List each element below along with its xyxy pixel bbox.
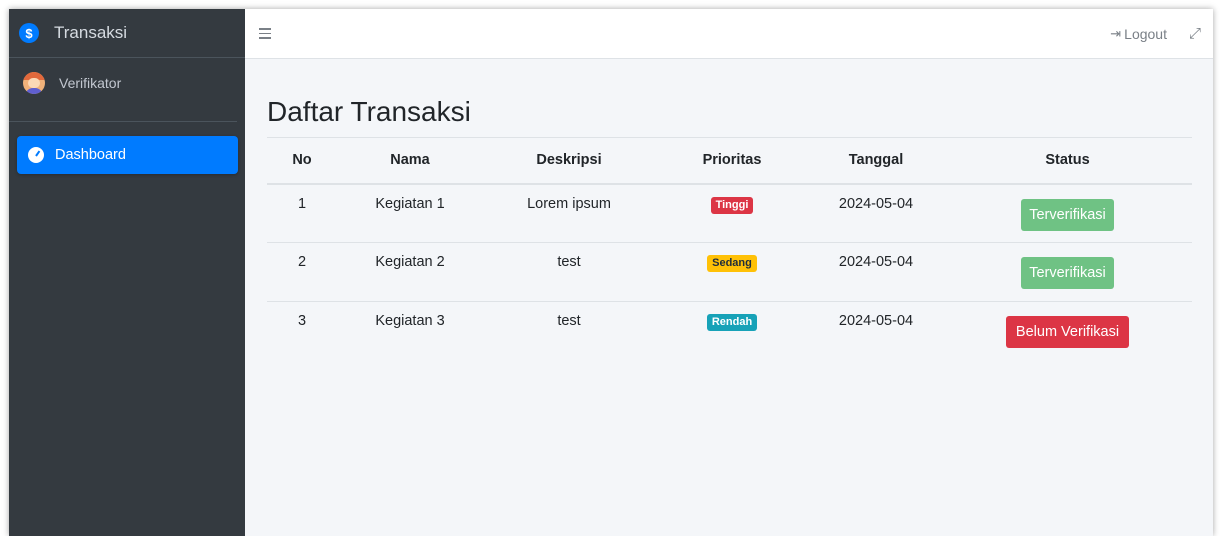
table-header-row: No Nama Deskripsi Prioritas Tanggal Stat… (267, 137, 1192, 185)
cell-deskripsi: Lorem ipsum (483, 183, 655, 243)
brand-link[interactable]: $ Transaksi (9, 9, 245, 58)
user-name: Verifikator (59, 74, 122, 91)
expand-icon[interactable]: ⤢ (1189, 25, 1201, 42)
top-navbar: ⇥ Logout ⤢ (245, 9, 1213, 59)
cell-prioritas: Rendah (655, 302, 809, 361)
header-tanggal: Tanggal (809, 137, 943, 185)
sidebar-item-label: Dashboard (55, 147, 126, 163)
content: Daftar Transaksi No Nama Deskripsi Prior… (245, 59, 1213, 361)
user-panel[interactable]: Verifikator (9, 58, 237, 122)
header-status: Status (943, 137, 1192, 185)
sign-out-icon: ⇥ (1110, 25, 1122, 41)
brand-title: Transaksi (54, 23, 128, 42)
header-deskripsi: Deskripsi (483, 137, 655, 185)
status-verified-button[interactable]: Terverifikasi (1021, 257, 1114, 289)
avatar (23, 71, 45, 94)
cell-status: Belum Verifikasi (943, 302, 1192, 361)
cell-status: Terverifikasi (943, 242, 1192, 302)
cell-no: 1 (267, 183, 337, 243)
sidebar-nav: Dashboard (9, 122, 245, 174)
status-unverified-button[interactable]: Belum Verifikasi (1005, 316, 1130, 348)
sidebar: $ Transaksi Verifikator Dashboard (9, 9, 245, 536)
header-prioritas: Prioritas (655, 137, 809, 185)
logout-label: Logout (1124, 25, 1167, 42)
cell-deskripsi: test (483, 242, 655, 302)
cell-nama: Kegiatan 2 (337, 242, 483, 302)
page-title: Daftar Transaksi (267, 96, 471, 127)
header-nama: Nama (337, 137, 483, 185)
logout-link[interactable]: ⇥ Logout (1110, 26, 1167, 42)
cell-tanggal: 2024-05-04 (838, 313, 914, 329)
cell-no: 2 (267, 242, 337, 302)
cell-prioritas: Tinggi (655, 183, 809, 243)
cell-status: Terverifikasi (943, 183, 1192, 243)
priority-badge: Rendah (706, 314, 758, 331)
cell-no: 3 (297, 313, 307, 329)
header-no: No (267, 137, 337, 185)
priority-badge: Tinggi (710, 196, 754, 214)
cell-tanggal: 2024-05-04 (809, 242, 943, 302)
hamburger-icon[interactable] (259, 28, 271, 39)
transactions-table: No Nama Deskripsi Prioritas Tanggal Stat… (267, 137, 1192, 361)
table-row: 2 Kegiatan 2 test Sedang 2024-05-04 Terv… (267, 242, 1192, 302)
navbar-right: ⇥ Logout ⤢ (1110, 25, 1201, 42)
table-row: 1 Kegiatan 1 Lorem ipsum Tinggi 2024-05-… (267, 183, 1192, 243)
cell-nama: Kegiatan 3 (375, 313, 445, 329)
tachometer-icon (28, 147, 44, 163)
priority-badge: Sedang (707, 255, 757, 272)
cell-prioritas: Sedang (655, 242, 809, 302)
main-area: ⇥ Logout ⤢ Daftar Transaksi No Nama Desk… (245, 9, 1213, 536)
table-row: 3 Kegiatan 3 test Rendah 2024-05-04 Belu… (267, 302, 1192, 361)
dollar-icon: $ (19, 23, 39, 43)
cell-nama: Kegiatan 1 (337, 183, 483, 243)
cell-deskripsi: test (557, 313, 581, 329)
app-window: $ Transaksi Verifikator Dashboard ⇥ Logo… (9, 9, 1213, 536)
sidebar-item-dashboard[interactable]: Dashboard (17, 136, 238, 174)
status-verified-button[interactable]: Terverifikasi (1021, 198, 1114, 231)
cell-tanggal: 2024-05-04 (809, 183, 943, 243)
